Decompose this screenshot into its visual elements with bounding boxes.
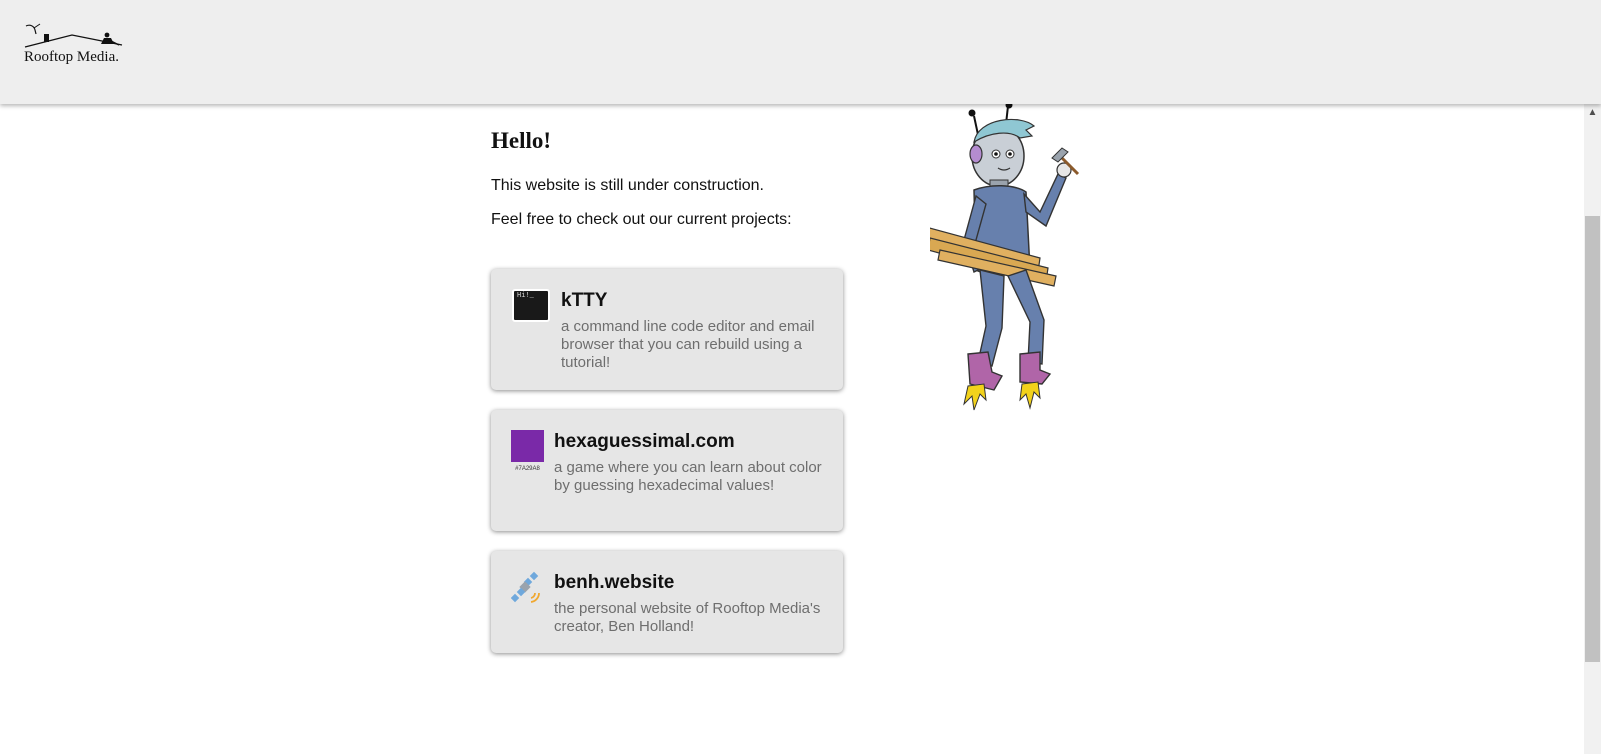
rooftop-logo-icon [24,23,123,48]
page-scrollbar[interactable]: ▲ [1584,104,1601,754]
project-card-hexaguessimal[interactable]: #7A29A8 hexaguessimal.com a game where y… [491,410,843,531]
swatch-hex-code: #7A29A8 [515,466,540,472]
scrollbar-thumb[interactable] [1585,216,1600,662]
projects-intro-text: Feel free to check out our current proje… [491,211,792,228]
project-card-ktty[interactable]: Hi!_ kTTY a command line code editor and… [491,269,843,390]
logo-text: Rooftop Media. [24,49,119,65]
project-title[interactable]: hexaguessimal.com [554,431,735,453]
rooftop-media-logo[interactable]: Rooftop Media. [22,22,132,70]
project-description: a game where you can learn about color b… [554,459,822,494]
terminal-icon: Hi!_ [512,289,550,322]
robot-construction-worker-illustration [930,101,1080,411]
project-description: the personal website of Rooftop Media's … [554,600,821,635]
scroll-up-arrow-icon[interactable]: ▲ [1584,104,1601,121]
color-swatch-icon [511,430,544,462]
project-title[interactable]: benh.website [554,572,674,594]
terminal-icon-text: Hi!_ [517,292,534,300]
project-description: a command line code editor and email bro… [561,318,815,371]
intro-text: This website is still under construction… [491,177,764,194]
site-header: Rooftop Media. [0,0,1601,104]
project-title[interactable]: kTTY [561,290,607,312]
page-heading: Hello! [491,128,552,153]
project-card-benh-website[interactable]: benh.website the personal website of Roo… [491,551,843,653]
satellite-icon [511,571,540,603]
